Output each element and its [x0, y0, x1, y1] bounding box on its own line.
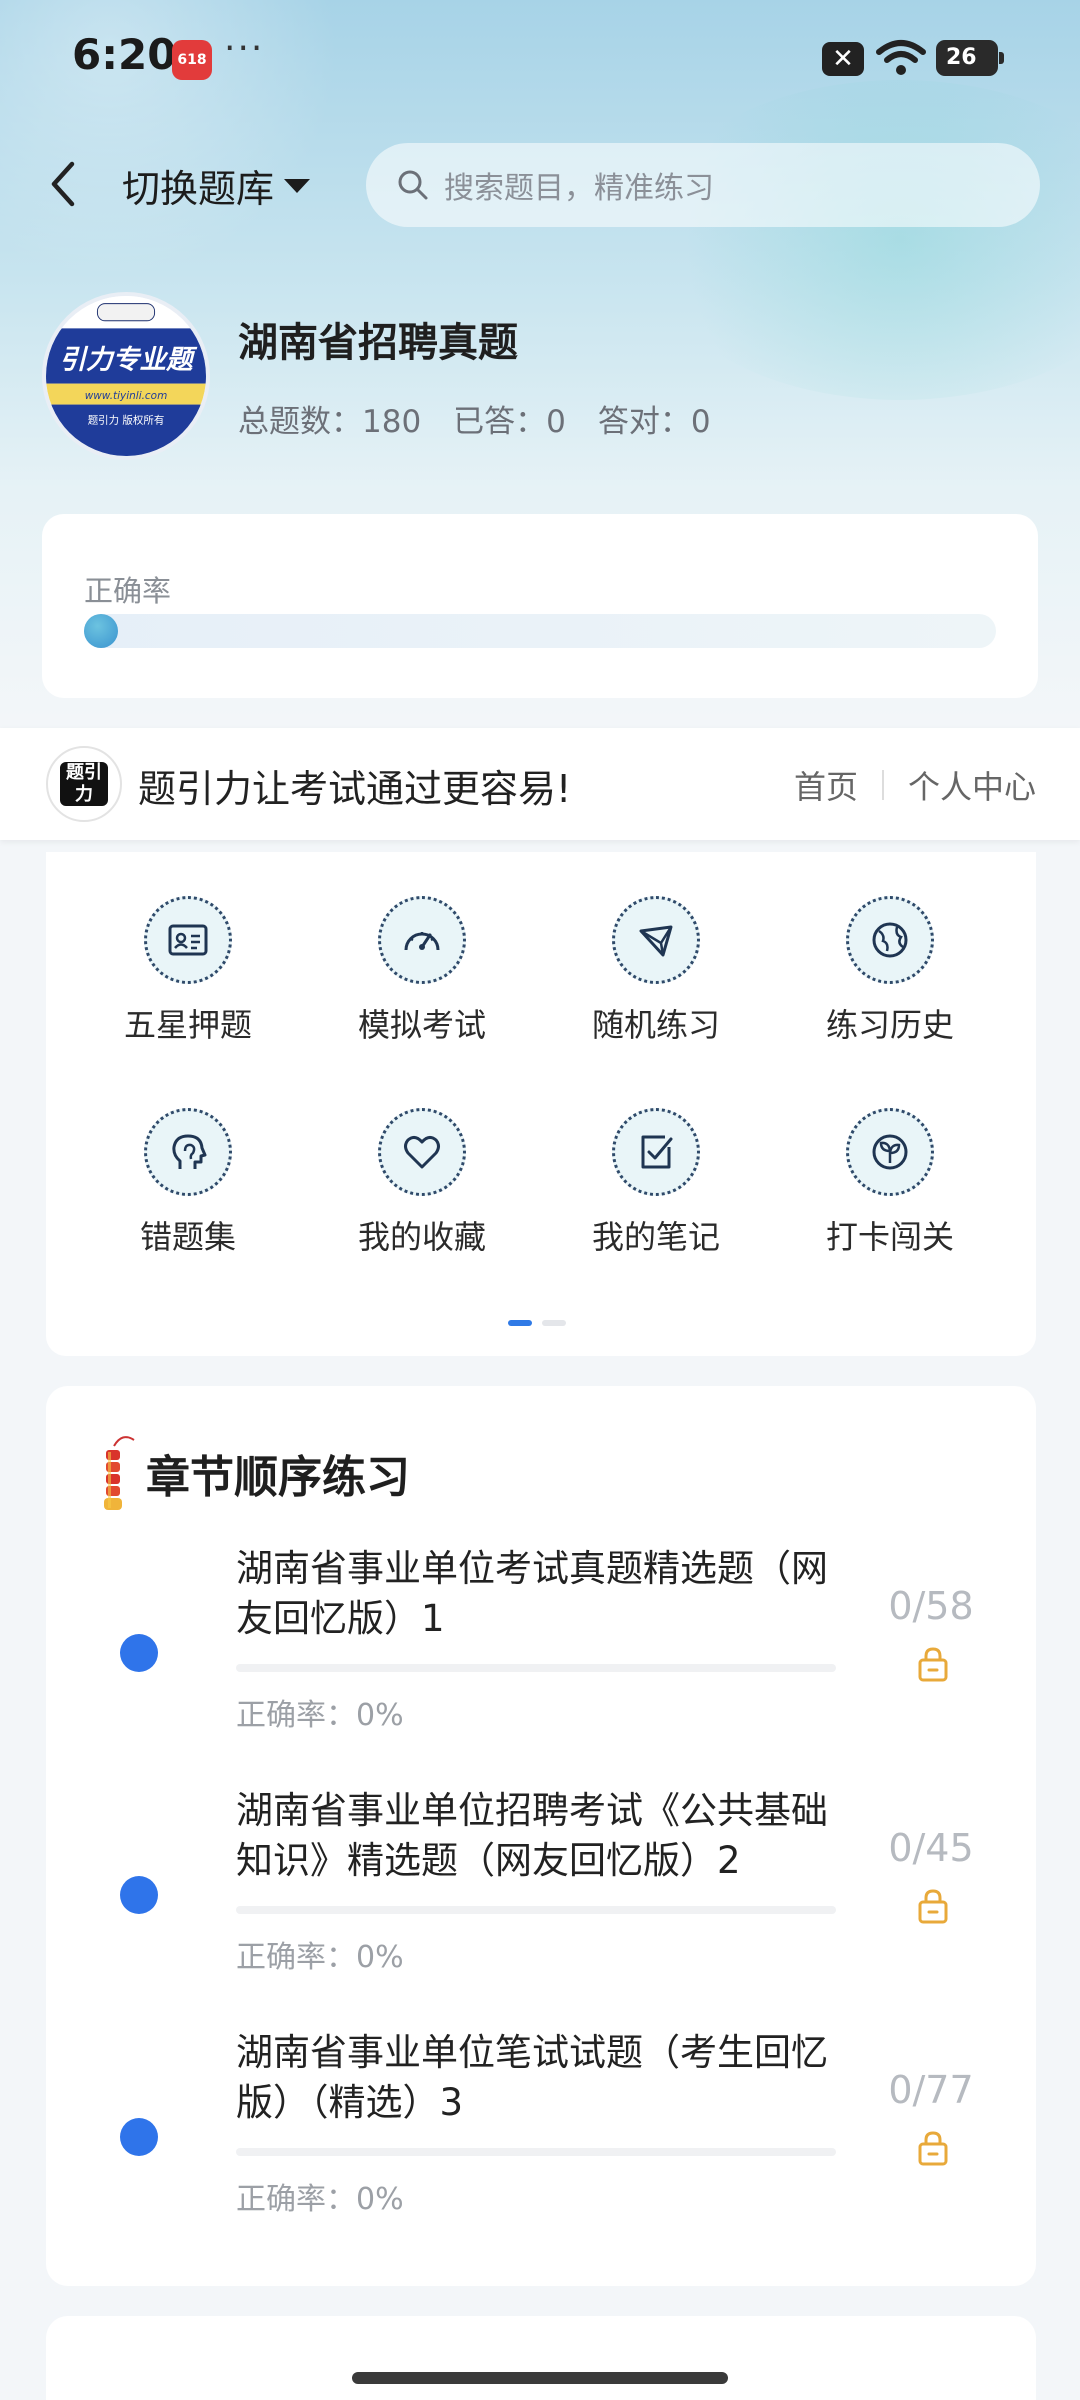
grid-item-checkin[interactable]: 打卡闯关 — [790, 1064, 990, 1256]
accuracy-progress-bar — [84, 614, 996, 648]
chapter-count: 0/77 — [888, 2068, 974, 2112]
grid-item-label: 模拟考试 — [357, 1006, 486, 1044]
correct-stat: 答对：0 — [597, 404, 711, 440]
svg-text:引力专业题: 引力专业题 — [59, 344, 198, 375]
grid-item-five-star[interactable]: 五星押题 — [88, 852, 288, 1044]
chapter-count: 0/58 — [888, 1584, 974, 1628]
search-placeholder: 搜索题目，精准练习 — [444, 171, 714, 206]
more-notifications-icon: ··· — [224, 28, 265, 69]
back-arrow-icon[interactable] — [44, 156, 84, 212]
lock-icon — [918, 1647, 948, 1682]
globe-icon — [846, 896, 934, 984]
search-icon — [398, 170, 428, 200]
brand-logo: 题引力 — [46, 746, 122, 822]
grid-item-mock-exam[interactable]: 模拟考试 — [322, 852, 522, 1044]
sim-off-icon: ✕ — [822, 42, 864, 76]
bank-stats: 总题数：180 已答：0 答对：0 — [238, 396, 711, 441]
chapter-item-3[interactable]: 湖南省事业单位笔试试题（考生回忆版）（精选）3 正确率：0% 0/77 — [46, 2028, 1036, 2238]
grid-page-indicator — [508, 1320, 566, 1326]
accuracy-progress-knob — [84, 614, 118, 648]
svg-text:题引力 版权所有: 题引力 版权所有 — [88, 414, 165, 427]
bank-logo: 引力专业题 www.tiyinli.com 题引力 版权所有 — [42, 292, 210, 460]
page-dot — [542, 1320, 566, 1326]
chapter-section-header: 章节顺序练习 — [92, 1430, 410, 1516]
chapter-title: 湖南省事业单位招聘考试《公共基础知识》精选题（网友回忆版）2 — [236, 1789, 828, 1882]
chapter-progress-bar — [236, 1664, 836, 1672]
switch-bank-button[interactable]: 切换题库 — [122, 158, 311, 213]
brand-slogan: 题引力让考试通过更容易! — [138, 767, 572, 811]
banner-links: 首页 个人中心 — [794, 762, 1036, 808]
chapter-status-dot — [120, 1876, 158, 1914]
link-divider — [881, 770, 884, 800]
profile-link[interactable]: 个人中心 — [908, 762, 1036, 808]
chapter-accuracy: 正确率：0% — [236, 2182, 404, 2217]
firecracker-icon — [104, 1436, 135, 1510]
grid-item-wrong-set[interactable]: 错题集 — [88, 1064, 288, 1256]
grid-item-label: 错题集 — [139, 1218, 236, 1256]
home-indicator[interactable] — [352, 2372, 728, 2384]
caret-down-icon — [284, 178, 311, 193]
note-check-icon — [612, 1108, 700, 1196]
search-input[interactable]: 搜索题目，精准练习 — [366, 143, 1040, 227]
chapter-section-title: 章节顺序练习 — [146, 1452, 410, 1503]
chapter-title: 湖南省事业单位考试真题精选题（网友回忆版）1 — [236, 1547, 828, 1640]
chapter-accuracy: 正确率：0% — [236, 1698, 404, 1733]
lock-icon — [918, 1889, 948, 1924]
brand-banner: 题引力 题引力让考试通过更容易! 首页 个人中心 — [0, 728, 1080, 840]
switch-bank-label: 切换题库 — [122, 167, 275, 211]
page-dot-active — [508, 1320, 532, 1326]
wifi-icon — [876, 40, 926, 75]
sprout-icon — [846, 1108, 934, 1196]
accuracy-label: 正确率 — [84, 574, 172, 608]
grid-item-label: 我的收藏 — [357, 1218, 486, 1256]
home-link[interactable]: 首页 — [794, 762, 858, 808]
bank-title: 湖南省招聘真题 — [238, 320, 518, 366]
chapter-item-1[interactable]: 湖南省事业单位考试真题精选题（网友回忆版）1 正确率：0% 0/58 — [46, 1544, 1036, 1754]
function-grid: 五星押题 模拟考试 随机练习 练习历史 错题集 我的收藏 我的笔记 打卡闯关 — [46, 852, 1036, 1356]
chapter-accuracy: 正确率：0% — [236, 1940, 404, 1975]
grid-item-random-practice[interactable]: 随机练习 — [556, 852, 756, 1044]
grid-item-favorites[interactable]: 我的收藏 — [322, 1064, 522, 1256]
chapter-status-dot — [120, 2118, 158, 2156]
svg-text:www.tiyinli.com: www.tiyinli.com — [85, 390, 168, 402]
heart-icon — [378, 1108, 466, 1196]
notification-app-icon: 618 — [172, 40, 212, 80]
grid-item-label: 五星押题 — [123, 1006, 252, 1044]
next-section-card — [46, 2316, 1036, 2400]
grid-item-notes[interactable]: 我的笔记 — [556, 1064, 756, 1256]
chapter-practice-card: 章节顺序练习 湖南省事业单位考试真题精选题（网友回忆版）1 正确率：0% 0/5… — [46, 1386, 1036, 2286]
status-time: 6:20 — [72, 30, 177, 79]
head-icon — [144, 1108, 232, 1196]
grid-item-history[interactable]: 练习历史 — [790, 852, 990, 1044]
battery-icon: 26 — [936, 40, 1004, 76]
accuracy-card: 正确率 — [42, 514, 1038, 698]
chapter-count: 0/45 — [888, 1826, 974, 1870]
shuffle-icon — [612, 896, 700, 984]
lock-icon — [918, 2131, 948, 2166]
status-bar: 6:20 618 ··· ✕ 26 — [0, 0, 1080, 120]
grid-item-label: 我的笔记 — [591, 1218, 720, 1256]
chapter-status-dot — [120, 1634, 158, 1672]
answered-stat: 已答：0 — [453, 404, 566, 440]
speedometer-icon — [378, 896, 466, 984]
chapter-progress-bar — [236, 1906, 836, 1914]
total-stat: 总题数：180 — [238, 404, 422, 440]
grid-item-label: 打卡闯关 — [825, 1218, 954, 1256]
chapter-item-2[interactable]: 湖南省事业单位招聘考试《公共基础知识》精选题（网友回忆版）2 正确率：0% 0/… — [46, 1786, 1036, 1996]
grid-item-label: 随机练习 — [591, 1006, 720, 1044]
chapter-title: 湖南省事业单位笔试试题（考生回忆版）（精选）3 — [236, 2031, 828, 2124]
grid-item-label: 练习历史 — [825, 1006, 954, 1044]
chapter-progress-bar — [236, 2148, 836, 2156]
id-card-icon — [144, 896, 232, 984]
